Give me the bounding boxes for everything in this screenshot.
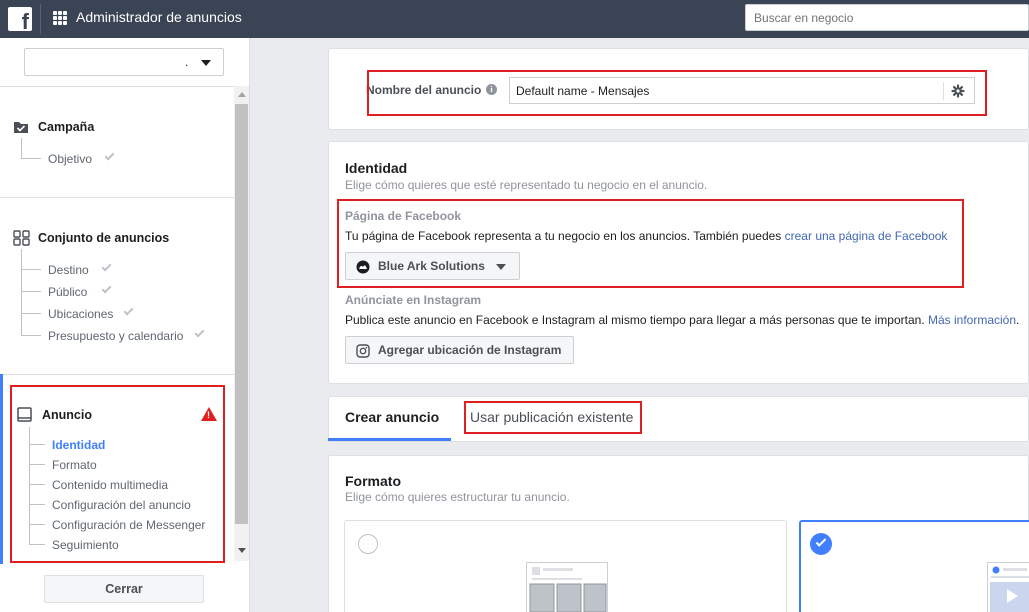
tab-active-indicator xyxy=(328,438,451,441)
sidebar-item-budget[interactable]: Presupuesto y calendario xyxy=(48,329,183,343)
check-icon xyxy=(104,150,115,161)
tree-line xyxy=(21,249,22,336)
scroll-down-icon[interactable] xyxy=(238,548,246,553)
highlight-box-facebook-page xyxy=(337,199,964,288)
format-title: Formato xyxy=(345,473,401,489)
instagram-icon xyxy=(356,344,370,358)
facebook-logo-icon[interactable]: f xyxy=(8,7,32,33)
scroll-up-icon[interactable] xyxy=(238,92,246,97)
sidebar-item-adset[interactable]: Conjunto de anuncios xyxy=(38,231,169,245)
instagram-text: Publica este anuncio en Facebook e Insta… xyxy=(345,313,1019,327)
adset-grid-icon xyxy=(13,230,30,246)
tree-line xyxy=(21,138,22,158)
folder-check-icon xyxy=(14,122,28,133)
app-title[interactable]: Administrador de anuncios xyxy=(76,9,242,25)
sidebar-item-objective[interactable]: Objetivo xyxy=(48,152,92,166)
sidebar-divider xyxy=(0,197,234,198)
add-instagram-button[interactable]: Agregar ubicación de Instagram xyxy=(345,336,574,364)
identity-description: Elige cómo quieres que esté representado… xyxy=(345,178,708,192)
instagram-text-end: . xyxy=(1016,313,1020,327)
highlight-box-ad-section xyxy=(10,385,225,563)
identity-title: Identidad xyxy=(345,160,408,176)
close-button[interactable]: Cerrar xyxy=(44,575,204,603)
highlight-box-ad-name xyxy=(367,70,987,116)
tree-line xyxy=(21,291,41,292)
format-selected-check-icon[interactable] xyxy=(810,533,832,555)
check-icon xyxy=(194,327,205,338)
highlight-box-existing-post-tab xyxy=(464,401,642,434)
instagram-heading: Anúnciate en Instagram xyxy=(345,293,482,307)
topbar-divider xyxy=(40,4,41,34)
account-dropdown[interactable]: . xyxy=(24,48,224,76)
add-instagram-label: Agregar ubicación de Instagram xyxy=(378,343,562,357)
top-bar: f Administrador de anuncios xyxy=(0,0,1029,38)
tree-line xyxy=(21,269,41,270)
chevron-down-icon xyxy=(201,60,211,66)
sidebar-item-placements[interactable]: Ubicaciones xyxy=(48,307,113,321)
check-icon xyxy=(101,283,112,294)
format-radio-carousel[interactable] xyxy=(358,534,378,554)
check-icon xyxy=(123,305,134,316)
format-description: Elige cómo quieres estructurar tu anunci… xyxy=(345,490,570,504)
sidebar-item-campaign[interactable]: Campaña xyxy=(38,120,94,134)
check-icon xyxy=(101,261,112,272)
carousel-format-icon xyxy=(526,562,608,612)
single-media-format-icon xyxy=(987,562,1029,612)
sidebar: . Campaña Objetivo Conjunto de anuncios … xyxy=(0,38,250,612)
tree-line xyxy=(21,313,41,314)
tree-line xyxy=(21,158,41,159)
search-input[interactable] xyxy=(745,4,1029,31)
sidebar-divider xyxy=(0,374,234,375)
sidebar-item-destination[interactable]: Destino xyxy=(48,263,89,277)
sidebar-divider xyxy=(0,86,234,87)
tree-line xyxy=(21,335,41,336)
apps-grid-icon[interactable] xyxy=(53,11,67,25)
scrollbar-thumb[interactable] xyxy=(235,104,248,524)
instagram-text-body: Publica este anuncio en Facebook e Insta… xyxy=(345,313,928,327)
tab-create-ad[interactable]: Crear anuncio xyxy=(345,409,439,425)
sidebar-item-audience[interactable]: Público xyxy=(48,285,87,299)
active-section-indicator xyxy=(0,374,3,564)
learn-more-link[interactable]: Más información xyxy=(928,313,1016,327)
